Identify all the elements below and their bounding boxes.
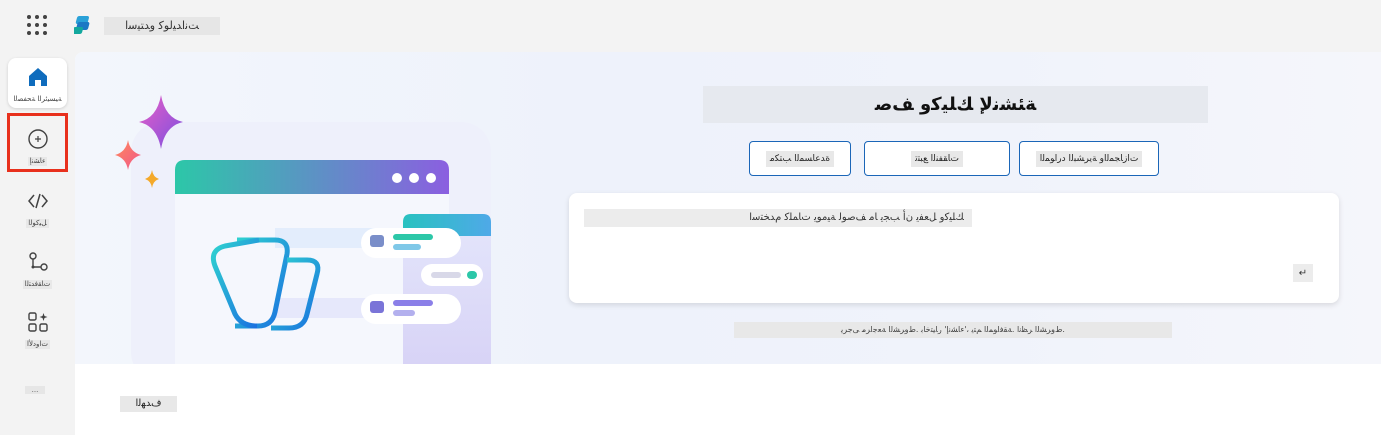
home-icon <box>24 63 52 91</box>
add-circle-icon <box>24 125 52 153</box>
copilot-studio-logo-icon <box>74 16 90 34</box>
left-nav-rail: ﺔﻴﺴﻴﺋﺮﻟﺍ ﺔﺤﻔﺼﻟﺍ ﺀﺎﺸﻧﺇ ﻞﻴﻛﻮﻟﺍ ﺕﺎﻘﻓﺪﺘﻟﺍ ﺕﺍ… <box>0 50 75 435</box>
nav-agents-label: ﻞﻴﻛﻮﻟﺍ <box>26 219 49 228</box>
main-panel: ﺔﺌﺸﻧﻹ ﻚﻠﻴﻛﻭ ﻒﺻ ﺓﺪﻋﺎﺴﻤﻟﺍ ﺐﺘﻜﻣ ﺕﺎﻘﻔﻨﻟﺍ ﻊﺒﺘ… <box>75 52 1381 435</box>
chip-expense-tracking[interactable]: ﺕﺎﻘﻔﻨﻟﺍ ﻊﺒﺘﺗ <box>864 141 1010 176</box>
top-bar: ﺖﻧﺍﺪﻴﻟﻮﻛ ﻭﺪﺘﻴﺳﺍ <box>0 0 1381 50</box>
flow-icon <box>24 248 52 276</box>
nav-flows-label: ﺕﺎﻘﻓﺪﺘﻟﺍ <box>22 280 53 289</box>
prompt-box: ↵ <box>569 193 1339 303</box>
nav-tools[interactable]: ﺕﺍﻭﺩﻷﺍ <box>8 306 67 349</box>
lower-section: ﻑﺪﻬﻟﺍ <box>75 364 1381 435</box>
agent-description-input[interactable] <box>584 209 972 227</box>
nav-create[interactable]: ﺀﺎﺸﻧﺇ <box>8 117 67 171</box>
chip-helpdesk[interactable]: ﺓﺪﻋﺎﺴﻤﻟﺍ ﺐﺘﻜﻣ <box>749 141 851 176</box>
app-launcher-waffle-icon[interactable] <box>27 15 47 35</box>
nav-tools-label: ﺕﺍﻭﺩﻷﺍ <box>25 340 50 349</box>
section-heading: ﻑﺪﻬﻟﺍ <box>120 396 177 412</box>
nav-home[interactable]: ﺔﻴﺴﻴﺋﺮﻟﺍ ﺔﺤﻔﺼﻟﺍ <box>8 58 67 108</box>
page-title: ﺔﺌﺸﻧﻹ ﻚﻠﻴﻛﻭ ﻒﺻ <box>703 86 1208 123</box>
chip-helpdesk-label: ﺓﺪﻋﺎﺴﻤﻟﺍ ﺐﺘﻜﻣ <box>765 150 835 167</box>
nav-agents[interactable]: ﻞﻴﻛﻮﻟﺍ <box>8 185 67 228</box>
chip-hr-leave[interactable]: ﺕﺍﺯﺎﺠﻤﻟﺍﻭ ﺔﻳﺮﺸﺒﻟﺍ ﺩﺭﺍﻮﻤﻟﺍ <box>1019 141 1159 176</box>
chip-hr-leave-label: ﺕﺍﺯﺎﺠﻤﻟﺍﻭ ﺔﻳﺮﺸﺒﻟﺍ ﺩﺭﺍﻮﻤﻟﺍ <box>1035 150 1143 167</box>
nav-more[interactable]: ... <box>25 386 45 394</box>
apps-sparkle-icon <box>24 308 52 336</box>
nav-home-label: ﺔﻴﺴﻴﺋﺮﻟﺍ ﺔﺤﻔﺼﻟﺍ <box>11 95 64 104</box>
terms-disclaimer: .ﻁﻭﺮﺸﻟﺍ ﺮﻈﻧﺍ .ﺔﻘﻓﺍﻮﻤﻟﺍ ﻢﺘﻳ ،'ﺀﺎﺸﻧﺇ' ﺭﺎﻴﺘ… <box>734 322 1172 338</box>
chip-expense-tracking-label: ﺕﺎﻘﻔﻨﻟﺍ ﻊﺒﺘﺗ <box>911 150 963 167</box>
app-title: ﺖﻧﺍﺪﻴﻟﻮﻛ ﻭﺪﺘﻴﺳﺍ <box>104 17 220 35</box>
send-button[interactable]: ↵ <box>1293 264 1313 282</box>
nav-flows[interactable]: ﺕﺎﻘﻓﺪﺘﻟﺍ <box>8 246 67 289</box>
nav-create-label: ﺀﺎﺸﻧﺇ <box>27 157 48 166</box>
hero-section: ﺔﺌﺸﻧﻹ ﻚﻠﻴﻛﻭ ﻒﺻ ﺓﺪﻋﺎﺴﻤﻟﺍ ﺐﺘﻜﻣ ﺕﺎﻘﻔﻨﻟﺍ ﻊﺒﺘ… <box>75 52 1381 364</box>
code-icon <box>24 187 52 215</box>
hero-illustration <box>115 95 491 364</box>
